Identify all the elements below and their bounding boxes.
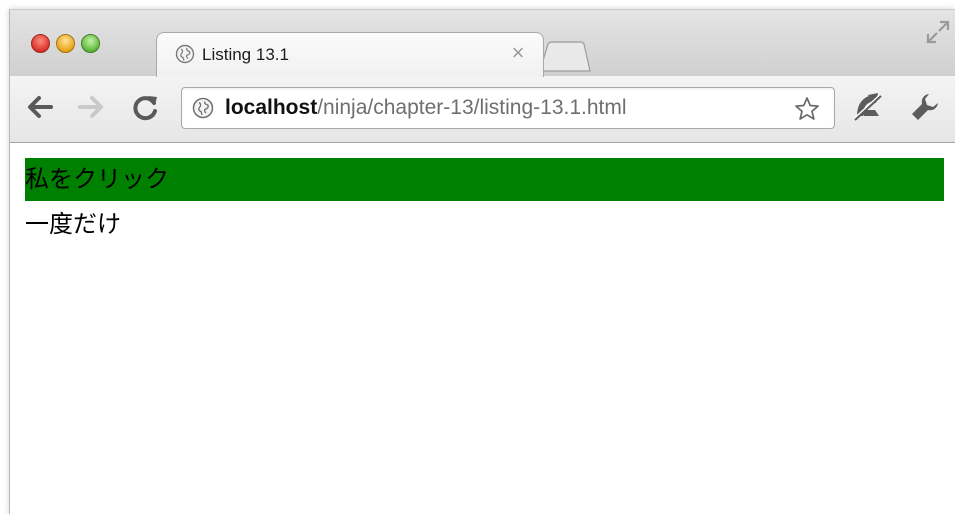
tab-title: Listing 13.1	[202, 45, 289, 64]
window-minimize-button[interactable]	[56, 34, 75, 53]
new-tab-icon[interactable]	[538, 41, 592, 72]
browser-toolbar: localhost/ninja/chapter-13/listing-13.1.…	[10, 76, 955, 143]
once-text: 一度だけ	[25, 210, 121, 238]
forward-arrow-icon[interactable]	[76, 92, 106, 122]
tab-listing[interactable]: Listing 13.1 ×	[156, 32, 544, 77]
tab-close-icon[interactable]: ×	[507, 42, 529, 64]
url-text[interactable]: localhost/ninja/chapter-13/listing-13.1.…	[225, 96, 627, 120]
fullscreen-icon[interactable]	[924, 18, 952, 46]
browser-window: Listing 13.1 × localhost/ninja/chapter-1…	[9, 9, 955, 514]
site-info-icon[interactable]	[192, 97, 214, 119]
back-arrow-icon[interactable]	[25, 92, 55, 122]
extension-icon[interactable]	[851, 90, 883, 122]
wrench-icon[interactable]	[908, 90, 942, 124]
page-content: 私をクリック 一度だけ	[10, 143, 955, 514]
window-zoom-button[interactable]	[81, 34, 100, 53]
click-me-box[interactable]: 私をクリック	[25, 158, 944, 201]
reload-icon[interactable]	[131, 92, 161, 122]
tab-strip: Listing 13.1 ×	[10, 10, 955, 77]
url-host: localhost	[225, 96, 318, 119]
globe-icon	[175, 44, 195, 64]
star-icon[interactable]	[794, 96, 820, 122]
window-close-button[interactable]	[31, 34, 50, 53]
address-bar[interactable]: localhost/ninja/chapter-13/listing-13.1.…	[181, 87, 835, 129]
url-path: /ninja/chapter-13/listing-13.1.html	[317, 96, 627, 119]
